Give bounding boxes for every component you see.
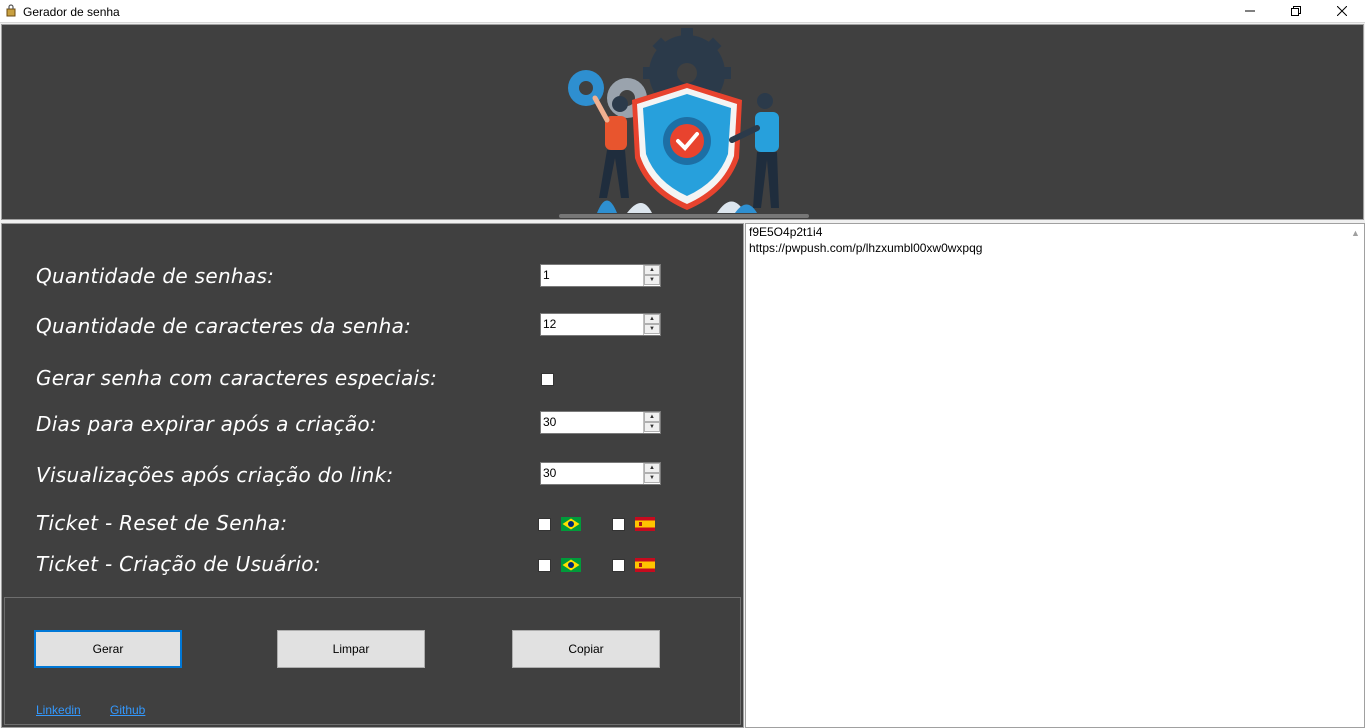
spain-flag-icon [635,517,655,531]
limpar-button[interactable]: Limpar [277,630,425,668]
chevron-up-icon: ▲ [649,414,655,420]
window-title: Gerador de senha [23,5,120,19]
spin-down-button[interactable]: ▼ [644,422,660,432]
vertical-scrollbar[interactable]: ▲ [1347,224,1364,727]
chevron-down-icon: ▼ [649,424,655,430]
spin-up-button[interactable]: ▲ [644,314,660,324]
quantidade-senhas-label: Quantidade de senhas: [36,264,275,288]
restore-icon [1291,6,1301,16]
close-icon [1337,6,1347,16]
quantidade-senhas-value[interactable]: 1 [543,268,550,282]
caracteres-especiais-checkbox[interactable] [541,373,554,386]
spin-up-button[interactable]: ▲ [644,265,660,275]
security-shield-illustration [559,28,809,218]
visualizacoes-value[interactable]: 30 [543,466,556,480]
linkedin-link[interactable]: Linkedin [36,703,81,717]
chevron-down-icon: ▼ [649,277,655,283]
chevron-up-icon: ▲ [1351,227,1360,238]
chevron-up-icon: ▲ [649,316,655,322]
quantidade-caracteres-label: Quantidade de caracteres da senha: [36,314,412,338]
chevron-up-icon: ▲ [649,267,655,273]
chevron-down-icon: ▼ [649,326,655,332]
spin-down-button[interactable]: ▼ [644,275,660,285]
spain-flag-icon [635,558,655,572]
spin-up-button[interactable]: ▲ [644,412,660,422]
ticket-criacao-es-checkbox[interactable] [612,559,625,572]
gerar-button[interactable]: Gerar [34,630,182,668]
quantidade-caracteres-stepper[interactable]: 12 ▲ ▼ [540,313,661,336]
app-icon [6,4,16,17]
dias-expirar-stepper[interactable]: 30 ▲ ▼ [540,411,661,434]
github-link[interactable]: Github [110,703,145,717]
brazil-flag-icon [561,517,581,531]
title-bar: Gerador de senha [0,0,1365,23]
scroll-up-button[interactable]: ▲ [1347,224,1364,241]
minimize-icon [1245,10,1255,12]
maximize-button[interactable] [1273,0,1319,22]
chevron-up-icon: ▲ [649,465,655,471]
quantidade-caracteres-value[interactable]: 12 [543,317,556,331]
spin-down-button[interactable]: ▼ [644,324,660,334]
ticket-reset-br-checkbox[interactable] [538,518,551,531]
ticket-reset-es-checkbox[interactable] [612,518,625,531]
ticket-reset-label: Ticket - Reset de Senha: [36,511,288,535]
output-textarea[interactable]: f9E5O4p2t1i4 https://pwpush.com/p/lhzxum… [745,223,1365,728]
chevron-down-icon: ▼ [649,475,655,481]
ticket-criacao-br-checkbox[interactable] [538,559,551,572]
close-button[interactable] [1319,0,1365,22]
minimize-button[interactable] [1227,0,1273,22]
visualizacoes-label: Visualizações após criação do link: [36,463,394,487]
header-banner [1,24,1364,220]
generated-link: https://pwpush.com/p/lhzxumbl00xw0wxpqg [749,241,983,255]
spin-up-button[interactable]: ▲ [644,463,660,473]
ticket-criacao-label: Ticket - Criação de Usuário: [36,552,321,576]
quantidade-senhas-stepper[interactable]: 1 ▲ ▼ [540,264,661,287]
spin-down-button[interactable]: ▼ [644,473,660,483]
dias-expirar-label: Dias para expirar após a criação: [36,412,377,436]
caracteres-especiais-label: Gerar senha com caracteres especiais: [36,366,438,390]
dias-expirar-value[interactable]: 30 [543,415,556,429]
generated-password: f9E5O4p2t1i4 [749,225,823,239]
visualizacoes-stepper[interactable]: 30 ▲ ▼ [540,462,661,485]
brazil-flag-icon [561,558,581,572]
copiar-button[interactable]: Copiar [512,630,660,668]
